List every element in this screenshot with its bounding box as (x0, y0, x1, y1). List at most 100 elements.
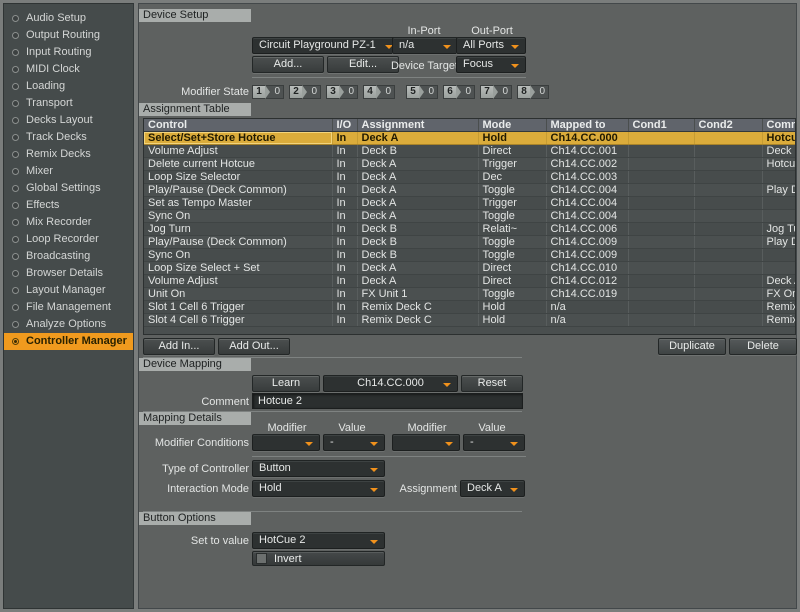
table-cell: Ch14.CC.010 (546, 262, 628, 275)
sidebar-item-remix-decks[interactable]: Remix Decks (4, 146, 133, 163)
checkbox-icon[interactable] (256, 553, 267, 564)
assignment-table[interactable]: ControlI/OAssignmentModeMapped toCond1Co… (143, 118, 796, 335)
set-to-value-dropdown[interactable]: HotCue 2 (252, 532, 385, 549)
sidebar-item-label: Input Routing (26, 46, 91, 58)
modifier-state-7[interactable]: 70 (480, 85, 512, 99)
column-header-i-o[interactable]: I/O (332, 119, 357, 132)
sidebar-item-effects[interactable]: Effects (4, 197, 133, 214)
assignment-dropdown[interactable]: Deck A (460, 480, 525, 497)
table-cell: Play Deck B (762, 236, 796, 249)
table-row[interactable]: Sync OnInDeck AToggleCh14.CC.004 (144, 210, 796, 223)
sidebar-item-midi-clock[interactable]: MIDI Clock (4, 61, 133, 78)
modifier-condition-1-dropdown[interactable] (252, 434, 320, 451)
column-header-assignment[interactable]: Assignment (357, 119, 478, 132)
table-row[interactable]: Sync OnInDeck BToggleCh14.CC.009 (144, 249, 796, 262)
radio-icon (12, 83, 19, 90)
table-cell: Jog Turn as Scra~ (762, 223, 796, 236)
modifier-condition-2-dropdown[interactable] (392, 434, 460, 451)
modifier-state-2[interactable]: 20 (289, 85, 321, 99)
table-cell: n/a (546, 301, 628, 314)
add-out-button[interactable]: Add Out... (218, 338, 290, 355)
column-header-mapped-to[interactable]: Mapped to (546, 119, 628, 132)
table-row[interactable]: Play/Pause (Deck Common)InDeck AToggleCh… (144, 184, 796, 197)
out-port-dropdown[interactable]: All Ports (456, 37, 526, 54)
mapping-dropdown[interactable]: Ch14.CC.000 (323, 375, 458, 392)
column-header-cond2[interactable]: Cond2 (694, 119, 762, 132)
table-cell: Deck A (357, 184, 478, 197)
modifier-state-1[interactable]: 10 (252, 85, 284, 99)
table-cell (694, 288, 762, 301)
table-row[interactable]: Unit OnInFX Unit 1ToggleCh14.CC.019FX On… (144, 288, 796, 301)
duplicate-button[interactable]: Duplicate (658, 338, 726, 355)
table-row[interactable]: Volume AdjustInDeck BDirectCh14.CC.001De… (144, 145, 796, 158)
sidebar-item-track-decks[interactable]: Track Decks (4, 129, 133, 146)
table-cell (694, 301, 762, 314)
modifier-value-1-dropdown[interactable]: - (323, 434, 385, 451)
invert-checkbox-row[interactable]: Invert (252, 551, 385, 566)
comment-input[interactable]: Hotcue 2 (252, 393, 523, 409)
sidebar-item-layout-manager[interactable]: Layout Manager (4, 282, 133, 299)
table-row[interactable]: Volume AdjustInDeck ADirectCh14.CC.012De… (144, 275, 796, 288)
modifier-state-3[interactable]: 30 (326, 85, 358, 99)
sidebar-item-controller-manager[interactable]: Controller Manager (4, 333, 133, 350)
radio-icon (12, 168, 19, 175)
invert-label: Invert (274, 553, 302, 565)
table-row[interactable]: Loop Size Select + SetInDeck ADirectCh14… (144, 262, 796, 275)
table-row[interactable]: Jog TurnInDeck BRelati~Ch14.CC.006Jog Tu… (144, 223, 796, 236)
sidebar-item-transport[interactable]: Transport (4, 95, 133, 112)
table-cell: Remix Trigger A (762, 301, 796, 314)
table-row[interactable]: Loop Size SelectorInDeck ADecCh14.CC.003 (144, 171, 796, 184)
modifier-state-4[interactable]: 40 (363, 85, 395, 99)
device-target-dropdown[interactable]: Focus (456, 56, 526, 73)
sidebar-item-broadcasting[interactable]: Broadcasting (4, 248, 133, 265)
sidebar-item-loading[interactable]: Loading (4, 78, 133, 95)
sidebar-item-output-routing[interactable]: Output Routing (4, 27, 133, 44)
sidebar-item-mix-recorder[interactable]: Mix Recorder (4, 214, 133, 231)
in-port-dropdown[interactable]: n/a (392, 37, 458, 54)
type-of-controller-dropdown[interactable]: Button (252, 460, 385, 477)
modifier-state-number: 3 (326, 85, 339, 99)
reset-button[interactable]: Reset (461, 375, 523, 392)
sidebar-item-label: Analyze Options (26, 318, 106, 330)
table-cell: Toggle (478, 184, 546, 197)
table-row[interactable]: Slot 4 Cell 6 TriggerInRemix Deck CHoldn… (144, 314, 796, 327)
device-dropdown[interactable]: Circuit Playground PZ-1 (252, 37, 400, 54)
table-row[interactable]: Play/Pause (Deck Common)InDeck BToggleCh… (144, 236, 796, 249)
assignment-table-grid: ControlI/OAssignmentModeMapped toCond1Co… (144, 119, 796, 327)
sidebar-item-mixer[interactable]: Mixer (4, 163, 133, 180)
sidebar-item-global-settings[interactable]: Global Settings (4, 180, 133, 197)
table-row[interactable]: Delete current HotcueInDeck ATriggerCh14… (144, 158, 796, 171)
table-row[interactable]: Slot 1 Cell 6 TriggerInRemix Deck CHoldn… (144, 301, 796, 314)
delete-button[interactable]: Delete (729, 338, 797, 355)
interaction-mode-dropdown[interactable]: Hold (252, 480, 385, 497)
column-header-cond1[interactable]: Cond1 (628, 119, 694, 132)
learn-button[interactable]: Learn (252, 375, 320, 392)
add-in-button[interactable]: Add In... (143, 338, 215, 355)
column-header-comment[interactable]: Comment (762, 119, 796, 132)
add-device-button[interactable]: Add... (252, 56, 324, 73)
modifier-value-2-dropdown[interactable]: - (463, 434, 525, 451)
section-header-device-setup: Device Setup (139, 9, 252, 22)
column-header-mode[interactable]: Mode (478, 119, 546, 132)
sidebar-item-label: Remix Decks (26, 148, 91, 160)
table-cell (694, 275, 762, 288)
sidebar-item-label: File Management (26, 301, 111, 313)
sidebar-item-decks-layout[interactable]: Decks Layout (4, 112, 133, 129)
table-row[interactable]: Select/Set+Store HotcueInDeck AHoldCh14.… (144, 132, 796, 145)
table-row[interactable]: Set as Tempo MasterInDeck ATriggerCh14.C… (144, 197, 796, 210)
column-header-control[interactable]: Control (144, 119, 332, 132)
sidebar-item-browser-details[interactable]: Browser Details (4, 265, 133, 282)
radio-icon (12, 151, 19, 158)
modifier-state-6[interactable]: 60 (443, 85, 475, 99)
modifier-state-5[interactable]: 50 (406, 85, 438, 99)
sidebar-item-loop-recorder[interactable]: Loop Recorder (4, 231, 133, 248)
radio-icon (12, 15, 19, 22)
modifier-state-8[interactable]: 80 (517, 85, 549, 99)
sidebar-item-file-management[interactable]: File Management (4, 299, 133, 316)
sidebar-item-input-routing[interactable]: Input Routing (4, 44, 133, 61)
sidebar-item-audio-setup[interactable]: Audio Setup (4, 10, 133, 27)
table-cell: Ch14.CC.009 (546, 249, 628, 262)
sidebar-item-analyze-options[interactable]: Analyze Options (4, 316, 133, 333)
modifier-state-number: 8 (517, 85, 530, 99)
table-cell: Select/Set+Store Hotcue (144, 132, 332, 145)
